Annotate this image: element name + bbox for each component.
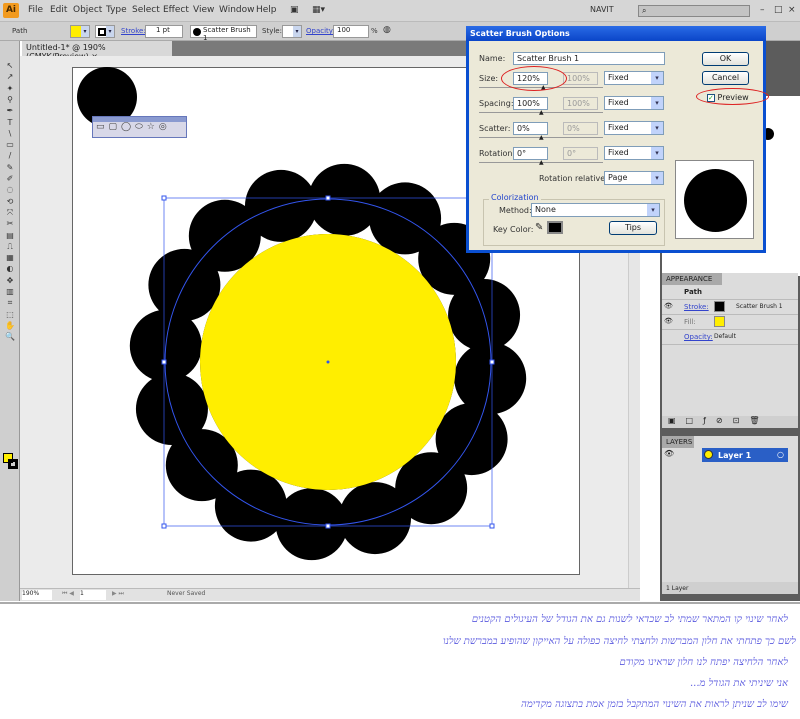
name-label: Name: [479,54,506,63]
scatter-brush-options-dialog: Scatter Brush Options Name: Scatter Brus… [466,26,769,253]
search-icon: ⌕ [642,6,647,15]
first-artboard-button[interactable]: ⏮ ◀ [62,590,74,598]
slider-handle[interactable]: ▲ [539,159,544,166]
maximize-button[interactable]: □ [774,5,783,15]
rotation-relative-select[interactable]: Page ▾ [604,171,664,185]
row-label: Spacing: [479,99,514,108]
preview-dot [684,169,747,232]
appearance-object-row: Path [662,285,798,300]
row-variation-select[interactable]: Fixed ▾ [604,96,664,110]
annotation-circle-preview [696,88,769,105]
eyedropper-icon[interactable]: ✎ [535,222,543,233]
bounding-handle [325,523,331,529]
note-line: לאחר שינוי קו המתאר שמתי לב שכדאי לשנות … [471,614,788,625]
slider-handle[interactable]: ▲ [539,109,544,116]
layers-title: LAYERS [662,436,694,448]
target-icon: ○ [777,450,784,459]
center-point [326,360,330,364]
method-select[interactable]: None ▾ [531,203,660,217]
note-line: לשם כך פתחתי את חלון המברשות ולחצתי לחיצ… [443,636,796,647]
fill-swatch [714,316,725,327]
name-input[interactable]: Scatter Brush 1 [513,52,665,65]
key-color-swatch[interactable] [547,221,563,234]
minimize-button[interactable]: – [760,5,765,15]
row-label: Size: [479,74,499,83]
appearance-stroke-row[interactable]: 👁 Stroke: Scatter Brush 1 [662,300,798,315]
bounding-handle [325,195,331,201]
ok-button[interactable]: OK [702,52,749,66]
colorization-label: Colorization [489,193,541,202]
appearance-panel: APPEARANCE Path 👁 Stroke: Scatter Brush 1 … [662,273,798,428]
shape-tools-tearoff: ▭▢◯⬭☆◎ [92,116,187,138]
visibility-eye-icon[interactable]: 👁 [664,449,674,458]
document-status: Never Saved [167,590,206,597]
bounding-handle [161,359,167,365]
appearance-opacity-row[interactable]: Opacity: Default [662,330,798,345]
row-variation-select[interactable]: Fixed ▾ [604,71,664,85]
annotation-notes: לאחר שינוי קו המתאר שמתי לב שכדאי לשנות … [0,602,800,719]
cancel-button[interactable]: Cancel [702,71,749,85]
visibility-eye-icon[interactable]: 👁 [664,317,673,325]
bounding-handle [161,195,167,201]
layer-thumbnail [704,450,713,459]
close-button[interactable]: × [788,5,796,15]
slider-handle[interactable]: ▲ [539,134,544,141]
status-bar: 190% ⏮ ◀ 1 ▶ ⏭ Never Saved [20,588,640,601]
stroke-swatch [714,301,725,312]
shape-tool-icons[interactable]: ▭▢◯⬭☆◎ [93,122,186,132]
row-max-input: 100% [563,97,598,110]
layers-panel: LAYERS 👁 Layer 1 ○ 1 Layer [662,436,798,594]
next-artboard-button[interactable]: ▶ ⏭ [112,590,124,598]
bounding-handle [489,359,495,365]
appearance-title: APPEARANCE [662,273,722,285]
note-line: אני שיניתי את הגודל מ... [689,678,788,689]
zoom-dropdown[interactable]: 190% [22,590,52,600]
dialog-title: Scatter Brush Options [466,26,766,41]
method-label: Method: [499,206,532,215]
tips-button[interactable]: Tips [609,221,657,235]
bounding-handle [161,523,167,529]
row-max-input: 100% [563,72,598,85]
layer-row[interactable]: 👁 Layer 1 ○ [662,448,798,462]
row-max-input: 0° [563,147,598,160]
annotation-circle-size [501,66,567,91]
bounding-handle [489,523,495,529]
visibility-eye-icon[interactable]: 👁 [664,302,673,310]
row-max-input: 0% [563,122,598,135]
note-line: שימו לב שניתן לראות את השינוי המתקבל בזמ… [521,699,788,710]
appearance-fill-row[interactable]: 👁 Fill: [662,315,798,330]
row-variation-select[interactable]: Fixed ▾ [604,146,664,160]
row-label: Rotation: [479,149,516,158]
artboard-number[interactable]: 1 [80,590,106,600]
appearance-footer-icons[interactable]: ▣□ƒ⊘⊡🗑 [662,416,798,428]
brush-preview [675,160,754,239]
layers-footer: 1 Layer [662,582,798,594]
key-color-label: Key Color: [493,225,534,234]
row-label: Scatter: [479,124,511,133]
note-line: לאחר הלחיצה יפתח לנו חלון שראינו מקודם [619,657,789,668]
search-input[interactable]: ⌕ [638,5,750,17]
row-variation-select[interactable]: Fixed ▾ [604,121,664,135]
